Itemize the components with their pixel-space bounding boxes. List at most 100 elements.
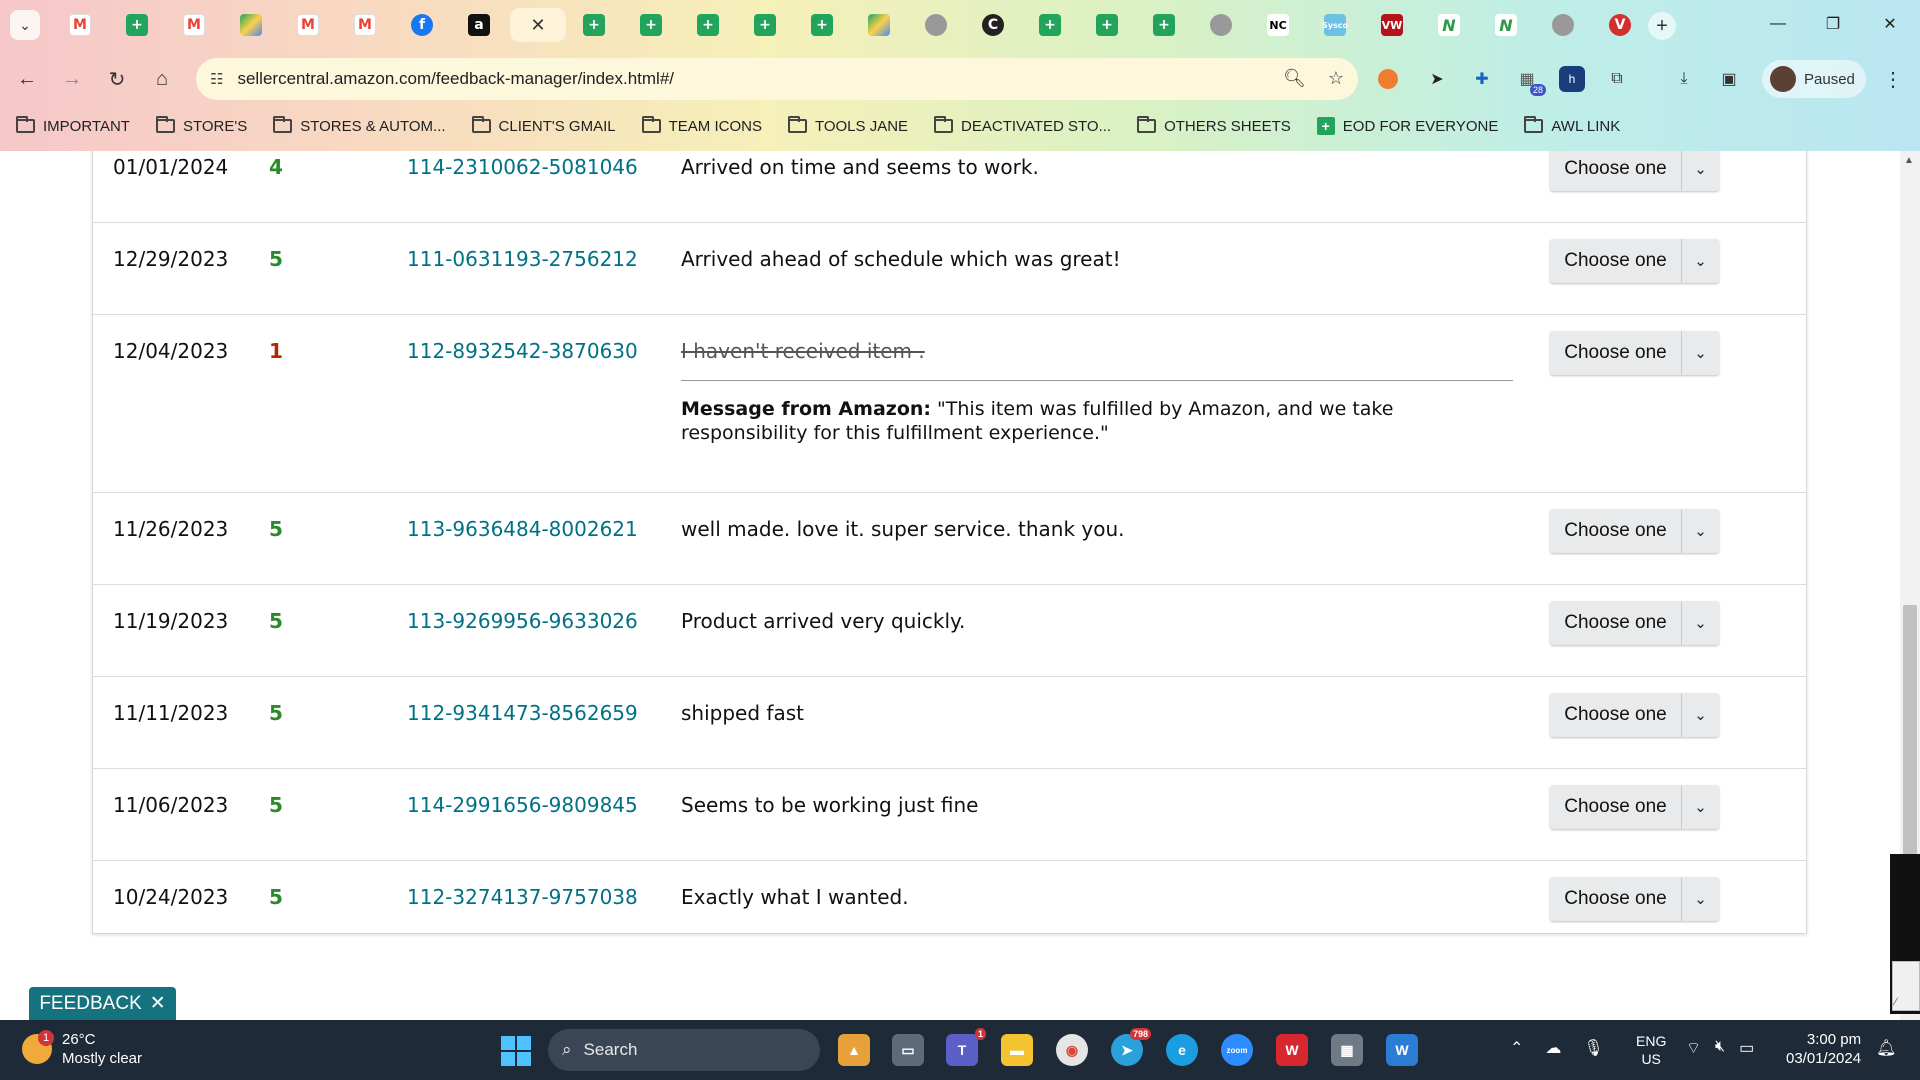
chrome-icon[interactable]: ◉	[1056, 1034, 1088, 1066]
tab-sysco[interactable]: Sysco	[1309, 8, 1361, 42]
close-window-button[interactable]: ✕	[1870, 10, 1910, 38]
wps-icon[interactable]: W	[1276, 1034, 1308, 1066]
bookmark-item[interactable]: AWL LINK	[1524, 116, 1620, 135]
close-icon[interactable]: ✕	[527, 14, 549, 36]
bookmark-item[interactable]: CLIENT'S GMAIL	[471, 116, 616, 135]
zoom-icon[interactable]: zoom	[1221, 1034, 1253, 1066]
tab-dark-c[interactable]: C	[967, 8, 1019, 42]
microphone-icon[interactable]: 🎙︎	[1583, 1038, 1603, 1058]
tab-facebook[interactable]: f	[396, 8, 448, 42]
telegram-icon[interactable]: ➤ 798	[1111, 1028, 1151, 1066]
chevron-down-icon[interactable]: ⌄	[1681, 693, 1719, 737]
tab-gmail[interactable]: M	[54, 8, 106, 42]
new-tab-button[interactable]: +	[1648, 12, 1676, 40]
bookmark-item[interactable]: + EOD FOR EVERYONE	[1316, 117, 1498, 135]
extension-plus-icon[interactable]: ✚	[1469, 66, 1495, 92]
tab-active[interactable]: ✕	[510, 8, 566, 42]
chevron-down-icon[interactable]: ⌄	[1681, 509, 1719, 553]
order-id-link[interactable]: 114-2991656-9809845	[407, 793, 638, 817]
chevron-down-icon[interactable]: ⌄	[1681, 151, 1719, 191]
action-dropdown[interactable]: Choose one ⌄	[1550, 877, 1719, 921]
order-id-link[interactable]: 112-8932542-3870630	[407, 339, 638, 363]
chevron-down-icon[interactable]: ⌄	[1681, 601, 1719, 645]
action-dropdown[interactable]: Choose one ⌄	[1550, 239, 1719, 283]
order-id-link[interactable]: 113-9269956-9633026	[407, 609, 638, 633]
zoom-icon[interactable]: 🔍︎	[1283, 68, 1306, 89]
extension-orange-icon[interactable]	[1378, 69, 1398, 89]
reload-button[interactable]: ↻	[102, 64, 132, 94]
bookmark-item[interactable]: IMPORTANT	[16, 116, 130, 135]
bookmark-item[interactable]: STORES & AUTOM...	[273, 116, 446, 135]
tab-cloud[interactable]	[1195, 8, 1247, 42]
chevron-up-icon[interactable]: ⌃	[1510, 1038, 1523, 1058]
order-id-link[interactable]: 114-2310062-5081046	[407, 155, 638, 179]
tab-gmail[interactable]: M	[339, 8, 391, 42]
tab-generic[interactable]	[910, 8, 962, 42]
browser-menu-button[interactable]: ⋮	[1878, 64, 1908, 94]
minimize-button[interactable]: —	[1758, 10, 1798, 38]
home-button[interactable]: ⌂	[147, 64, 177, 94]
tab-sheets[interactable]: +	[682, 8, 734, 42]
tab-gmail[interactable]: M	[282, 8, 334, 42]
status-icons[interactable]: ⌔ 🔇︎ ▭	[1686, 1038, 1754, 1058]
bookmark-item[interactable]: OTHERS SHEETS	[1137, 116, 1291, 135]
extension-arrow-icon[interactable]: ➤	[1424, 66, 1450, 92]
tab-amazon[interactable]: a	[453, 8, 505, 42]
word-icon[interactable]: W	[1386, 1034, 1418, 1066]
chevron-down-icon[interactable]: ⌄	[1681, 331, 1719, 375]
edge-icon[interactable]: e	[1166, 1034, 1198, 1066]
language-indicator[interactable]: ENG US	[1636, 1032, 1666, 1068]
order-id-link[interactable]: 111-0631193-2756212	[407, 247, 638, 271]
cloud-icon[interactable]: ☁	[1545, 1038, 1561, 1058]
chevron-down-icon[interactable]: ⌄	[1681, 785, 1719, 829]
tab-nc[interactable]: NC	[1252, 8, 1304, 42]
tab-sheets[interactable]: +	[111, 8, 163, 42]
scroll-up-icon[interactable]: ▲	[1904, 155, 1914, 166]
bookmark-item[interactable]: STORE'S	[155, 116, 247, 135]
tab-vw[interactable]: VW	[1366, 8, 1418, 42]
tab-sheets[interactable]: +	[568, 8, 620, 42]
extensions-puzzle-icon[interactable]: ⧉	[1604, 66, 1630, 92]
tab-n[interactable]: N	[1423, 8, 1475, 42]
bookmark-star-icon[interactable]: ☆	[1328, 68, 1344, 89]
teams-icon[interactable]: T1	[946, 1028, 986, 1066]
chevron-down-icon[interactable]: ⌄	[1681, 239, 1719, 283]
notification-bell-icon[interactable]: 🔔︎	[1876, 1038, 1896, 1058]
order-id-link[interactable]: 112-3274137-9757038	[407, 885, 638, 909]
action-dropdown[interactable]: Choose one ⌄	[1550, 601, 1719, 645]
forward-button[interactable]: →	[57, 64, 87, 94]
tab-sheets[interactable]: +	[625, 8, 677, 42]
extension-calendar-icon[interactable]: ▦ 28	[1514, 66, 1546, 96]
tab-red-v[interactable]: V	[1594, 8, 1646, 42]
bookmark-item[interactable]: TEAM ICONS	[641, 116, 762, 135]
extension-helium-icon[interactable]: h	[1559, 66, 1585, 92]
action-dropdown[interactable]: Choose one ⌄	[1550, 509, 1719, 553]
side-panel-icon[interactable]: ▣	[1716, 66, 1742, 92]
bookmark-item[interactable]: DEACTIVATED STO...	[934, 116, 1111, 135]
taskbar-search[interactable]: ⌕ Search	[548, 1029, 820, 1071]
chevron-down-icon[interactable]: ⌄	[1681, 877, 1719, 921]
action-dropdown[interactable]: Choose one ⌄	[1550, 693, 1719, 737]
clock[interactable]: 3:00 pm 03/01/2024	[1786, 1030, 1861, 1068]
task-view-icon[interactable]: ▭	[892, 1034, 924, 1066]
action-dropdown[interactable]: Choose one ⌄	[1550, 331, 1719, 375]
restore-button[interactable]: ❐	[1813, 10, 1853, 38]
action-dropdown[interactable]: Choose one ⌄	[1550, 785, 1719, 829]
address-bar[interactable]: ☷ sellercentral.amazon.com/feedback-mana…	[196, 58, 1358, 100]
start-button[interactable]	[501, 1036, 531, 1066]
download-icon[interactable]: ⤓	[1671, 66, 1697, 92]
tab-circle[interactable]	[1537, 8, 1589, 42]
close-icon[interactable]: ✕	[150, 992, 166, 1015]
tab-sheets[interactable]: +	[739, 8, 791, 42]
tab-sheets[interactable]: +	[796, 8, 848, 42]
tab-sheets[interactable]: +	[1024, 8, 1076, 42]
tab-gmail[interactable]: M	[168, 8, 220, 42]
tab-search-button[interactable]: ⌄	[10, 10, 40, 40]
tab-sheets[interactable]: +	[1081, 8, 1133, 42]
tab-sheets[interactable]: +	[1138, 8, 1190, 42]
weather-widget[interactable]: 1 26°C Mostly clear	[22, 1030, 142, 1068]
bookmark-item[interactable]: TOOLS JANE	[787, 116, 908, 135]
taskbar-app-icon[interactable]: ▲	[838, 1034, 870, 1066]
feedback-tab[interactable]: FEEDBACK ✕	[29, 987, 176, 1020]
profile-button[interactable]: Paused	[1762, 60, 1866, 98]
